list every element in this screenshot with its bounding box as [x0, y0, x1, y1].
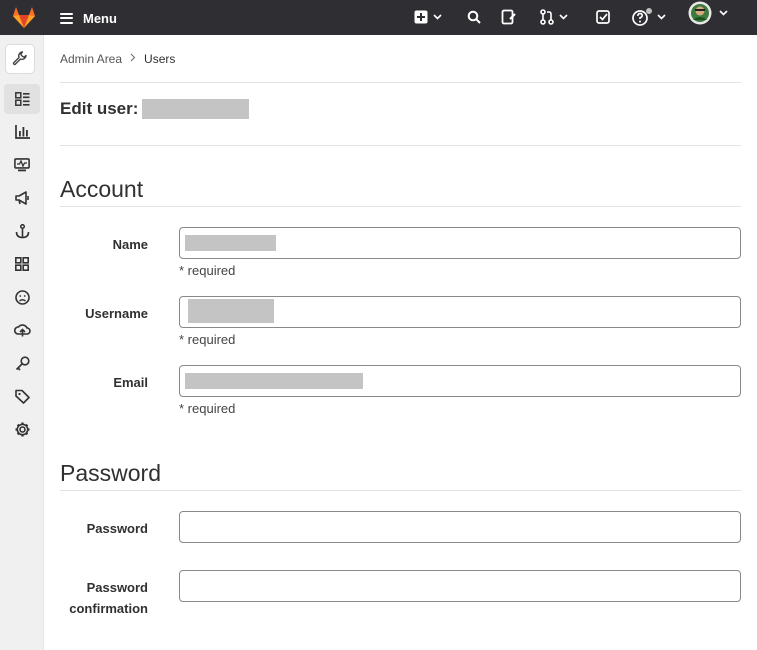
password-label: Password — [86, 521, 148, 536]
password-confirmation-label-line2: confirmation — [69, 601, 148, 616]
sidebar-item-settings[interactable] — [4, 414, 40, 444]
sidebar-item-deploy-keys[interactable] — [4, 315, 40, 345]
chevron-right-icon — [130, 53, 136, 65]
required-hint: * required — [179, 263, 236, 278]
search-button[interactable] — [467, 8, 481, 26]
messages-icon — [14, 191, 29, 205]
name-field[interactable] — [179, 227, 741, 259]
page-title: Edit user: — [60, 99, 250, 119]
help-icon — [632, 8, 652, 26]
redacted-value — [185, 235, 276, 251]
gitlab-logo-icon[interactable] — [10, 3, 38, 31]
issues-icon — [501, 9, 516, 25]
system-hooks-icon — [15, 223, 29, 238]
chevron-down-icon — [559, 14, 568, 20]
breadcrumb-admin-area[interactable]: Admin Area — [60, 52, 122, 66]
sidebar-admin-header[interactable] — [5, 44, 35, 74]
sidebar-item-system-hooks[interactable] — [4, 216, 40, 246]
password-heading: Password — [60, 460, 161, 486]
sidebar-item-credentials[interactable] — [4, 348, 40, 378]
sidebar-item-applications[interactable] — [4, 249, 40, 279]
new-dropdown-button[interactable] — [414, 8, 442, 26]
todos-button[interactable] — [596, 8, 611, 26]
breadcrumb: Admin Area Users — [60, 52, 175, 66]
applications-icon — [15, 257, 29, 271]
admin-sidebar — [0, 35, 44, 650]
chevron-down-icon — [433, 14, 442, 20]
name-label: Name — [112, 237, 148, 252]
password-confirmation-field[interactable] — [179, 570, 741, 602]
email-label: Email — [113, 375, 148, 390]
password-field[interactable] — [179, 511, 741, 543]
sidebar-item-labels[interactable] — [4, 381, 40, 411]
sidebar-item-abuse-reports[interactable] — [4, 282, 40, 312]
divider — [60, 145, 741, 146]
top-navbar: Menu — [0, 0, 757, 35]
sidebar-item-overview[interactable] — [4, 84, 40, 114]
divider — [60, 490, 741, 491]
password-confirmation-label: Password confirmation — [60, 577, 148, 619]
user-menu-button[interactable] — [688, 1, 728, 25]
username-label: Username — [85, 306, 148, 321]
sidebar-item-analytics[interactable] — [4, 117, 40, 147]
abuse-reports-icon — [14, 289, 30, 305]
merge-request-icon — [540, 9, 554, 25]
chevron-down-icon — [719, 10, 728, 16]
search-icon — [467, 10, 481, 24]
overview-icon — [14, 92, 29, 106]
settings-icon — [15, 422, 29, 436]
breadcrumb-users[interactable]: Users — [144, 52, 175, 66]
menu-button[interactable]: Menu — [60, 9, 117, 27]
merge-requests-button[interactable] — [540, 8, 568, 26]
sidebar-item-monitoring[interactable] — [4, 150, 40, 180]
redacted-value — [188, 299, 274, 323]
username-field[interactable] — [179, 296, 741, 328]
redacted-value — [185, 373, 363, 389]
divider — [60, 82, 741, 83]
plus-square-icon — [414, 10, 428, 24]
analytics-icon — [14, 125, 30, 139]
issues-button[interactable] — [501, 8, 517, 26]
required-hint: * required — [179, 401, 236, 416]
page-title-text: Edit user: — [60, 99, 139, 118]
menu-icon — [60, 12, 73, 24]
email-field[interactable] — [179, 365, 741, 397]
password-confirmation-label-line1: Password — [86, 580, 148, 595]
labels-icon — [14, 389, 30, 404]
sidebar-item-messages[interactable] — [4, 183, 40, 213]
chevron-down-icon — [657, 14, 666, 20]
account-heading: Account — [60, 176, 144, 202]
admin-wrench-icon — [12, 51, 27, 66]
avatar — [688, 1, 712, 25]
todo-icon — [596, 9, 610, 24]
credentials-icon — [15, 355, 30, 371]
help-button[interactable] — [632, 8, 666, 26]
divider — [60, 206, 741, 207]
deploy-keys-icon — [13, 323, 31, 336]
menu-label: Menu — [83, 10, 117, 26]
redacted-username — [142, 99, 250, 119]
monitoring-icon — [14, 158, 30, 172]
required-hint: * required — [179, 332, 236, 347]
